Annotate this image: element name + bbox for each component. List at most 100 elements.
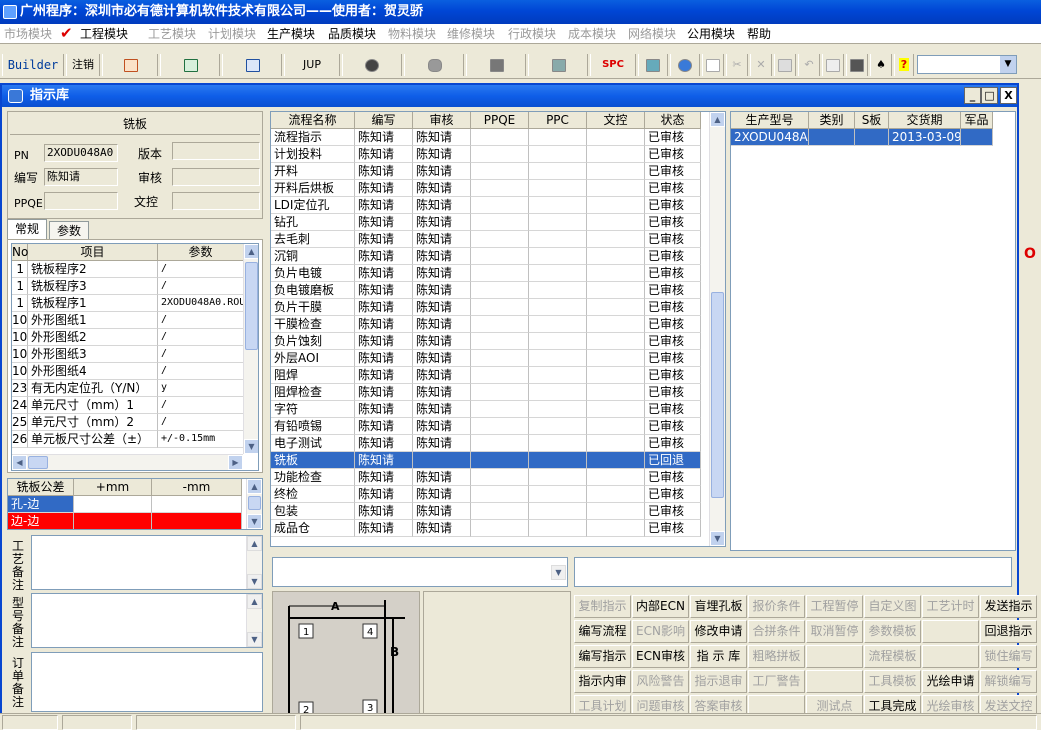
model_table-header-1[interactable]: 类别 — [809, 112, 855, 129]
action-button-2-2[interactable]: 指 示 库 — [690, 645, 747, 668]
flow_table-cell[interactable]: 陈知请 — [413, 180, 471, 197]
flow_table-cell[interactable] — [471, 248, 529, 265]
flow_table-cell[interactable] — [587, 214, 645, 231]
flow_table-cell[interactable]: 陈知请 — [355, 146, 413, 163]
params_table-cell[interactable]: / — [158, 397, 244, 414]
flow_table-cell[interactable]: 字符 — [271, 401, 355, 418]
action-button-1-0[interactable]: 编写流程 — [574, 620, 631, 643]
flow_table-cell[interactable] — [471, 282, 529, 299]
flow_table-header-3[interactable]: PPQE — [471, 112, 529, 129]
flow_table-cell[interactable]: 陈知请 — [355, 435, 413, 452]
flow_table-cell[interactable] — [587, 435, 645, 452]
flow_table-cell[interactable] — [587, 316, 645, 333]
remark-scrollbar[interactable]: ▲ ▼ — [246, 594, 262, 647]
params_table-cell[interactable]: y — [158, 380, 244, 397]
flow_table-cell[interactable]: 陈知请 — [355, 129, 413, 146]
flow_table-cell[interactable] — [471, 418, 529, 435]
flow_table-cell[interactable] — [413, 452, 471, 469]
flow_table-cell[interactable]: 已审核 — [645, 197, 701, 214]
action-button-1-5[interactable]: 参数模板 — [864, 620, 921, 643]
network-button[interactable] — [466, 54, 526, 76]
flow_table-cell[interactable] — [471, 367, 529, 384]
params_table-cell[interactable]: 10 — [12, 312, 28, 329]
flow_table-cell[interactable] — [529, 350, 587, 367]
flow_table-header-5[interactable]: 文控 — [587, 112, 645, 129]
flow_table-cell[interactable]: 陈知请 — [413, 146, 471, 163]
tolerance_table-cell[interactable] — [74, 513, 152, 529]
action-button-3-7[interactable]: 解锁编写 — [980, 670, 1037, 693]
flow_table-cell[interactable]: 陈知请 — [413, 486, 471, 503]
table-row[interactable]: 10 外形图纸4/ — [12, 363, 244, 380]
table-row[interactable]: 2XODU048A0 2013-03-09 — [731, 129, 993, 146]
flow_table-cell[interactable]: 陈知请 — [355, 248, 413, 265]
horizontal-scrollbar[interactable]: ◀ ▶ — [12, 454, 243, 470]
flow_table-header-2[interactable]: 审核 — [413, 112, 471, 129]
params_table-cell[interactable]: 1 — [12, 261, 28, 278]
model_table-cell[interactable]: 2XODU048A0 — [731, 129, 809, 146]
model_table-header-4[interactable]: 军品 — [961, 112, 993, 129]
flow_table-cell[interactable]: 流程指示 — [271, 129, 355, 146]
close-button[interactable]: X — [1000, 87, 1017, 104]
params-table[interactable]: No 项目 参数 1 铣板程序2/1 铣板程序3/1 铣板程序1 2XODU048A0.ROU… — [11, 243, 259, 471]
flow_table-cell[interactable] — [529, 231, 587, 248]
flow_table-cell[interactable] — [471, 197, 529, 214]
menu-5[interactable]: 品质模块 — [328, 26, 376, 42]
params_table-cell[interactable]: 外形图纸2 — [28, 329, 158, 346]
vertical-scrollbar[interactable]: ▲ ▼ — [709, 112, 725, 546]
params_table-cell[interactable]: 外形图纸4 — [28, 363, 158, 380]
cut-button[interactable]: ✂ — [726, 54, 748, 76]
flow_table-cell[interactable] — [587, 418, 645, 435]
scroll-down-icon[interactable]: ▼ — [247, 514, 262, 529]
flow_table-cell[interactable] — [471, 469, 529, 486]
table-row[interactable]: 成品仓 陈知请 陈知请 已审核 — [271, 520, 701, 537]
params_table-cell[interactable]: +/-0.15mm — [158, 431, 244, 448]
action-button-3-4[interactable] — [806, 670, 863, 693]
scroll-up-icon[interactable]: ▲ — [247, 479, 262, 494]
params_table-cell[interactable]: / — [158, 346, 244, 363]
author-field[interactable]: 陈知请 — [44, 168, 118, 186]
params_table-cell[interactable]: 外形图纸3 — [28, 346, 158, 363]
database-button[interactable] — [404, 54, 464, 76]
builder-button[interactable]: Builder — [2, 54, 64, 76]
flow_table-cell[interactable] — [529, 452, 587, 469]
table-row[interactable]: 负片蚀刻 陈知请 陈知请 已审核 — [271, 333, 701, 350]
table-row[interactable]: 字符 陈知请 陈知请 已审核 — [271, 401, 701, 418]
scroll-thumb[interactable] — [711, 292, 724, 498]
flow_table-cell[interactable] — [529, 180, 587, 197]
flow_table-cell[interactable] — [587, 163, 645, 180]
table-row[interactable]: 1 铣板程序2/ — [12, 261, 244, 278]
flow_table-cell[interactable]: 陈知请 — [413, 299, 471, 316]
flow_table-cell[interactable] — [471, 180, 529, 197]
tab-params[interactable]: 参数 — [49, 221, 89, 240]
menu-9[interactable]: 成本模块 — [568, 26, 616, 42]
flow_table-cell[interactable]: 已审核 — [645, 265, 701, 282]
model-table[interactable]: 生产型号 类别 S板 交货期 军品 2XODU048A0 2013-03-09 — [730, 111, 1016, 551]
flow_table-cell[interactable]: 陈知请 — [413, 520, 471, 537]
flow_table-cell[interactable]: 陈知请 — [355, 486, 413, 503]
table-row[interactable]: 1 铣板程序1 2XODU048A0.ROU — [12, 295, 244, 312]
flow_table-cell[interactable]: 陈知请 — [413, 418, 471, 435]
spc-button[interactable]: SPC — [590, 54, 636, 76]
params_table-cell[interactable]: 铣板程序2 — [28, 261, 158, 278]
find-button[interactable]: ♠ — [870, 54, 892, 76]
flow_table-cell[interactable] — [529, 367, 587, 384]
flow_table-cell[interactable] — [529, 520, 587, 537]
jup-button[interactable]: JUP — [284, 54, 340, 76]
flow_table-cell[interactable]: 陈知请 — [413, 350, 471, 367]
flow_table-cell[interactable]: 已审核 — [645, 520, 701, 537]
table-row[interactable]: 沉铜 陈知请 陈知请 已审核 — [271, 248, 701, 265]
flow_table-cell[interactable] — [529, 214, 587, 231]
flow-table[interactable]: 流程名称 编写 审核 PPQE PPC 文控 状态 流程指示 陈知请 陈知请 已审核 计划投料 陈知请陈… — [270, 111, 726, 547]
flow_table-cell[interactable]: 陈知请 — [413, 384, 471, 401]
flow_table-cell[interactable]: 陈知请 — [413, 214, 471, 231]
excel-button[interactable] — [160, 54, 220, 76]
action-button-2-6[interactable] — [922, 645, 979, 668]
flow_table-cell[interactable]: 已审核 — [645, 350, 701, 367]
tolerance_table-cell[interactable] — [74, 496, 152, 513]
minimize-button[interactable]: _ — [964, 87, 981, 104]
scroll-down-icon[interactable]: ▼ — [247, 574, 262, 589]
flow_table-cell[interactable]: 负片电镀 — [271, 265, 355, 282]
flow_table-cell[interactable]: 开料后烘板 — [271, 180, 355, 197]
print-button[interactable] — [846, 54, 868, 76]
params_table-cell[interactable]: 有无内定位孔（Y/N） — [28, 380, 158, 397]
